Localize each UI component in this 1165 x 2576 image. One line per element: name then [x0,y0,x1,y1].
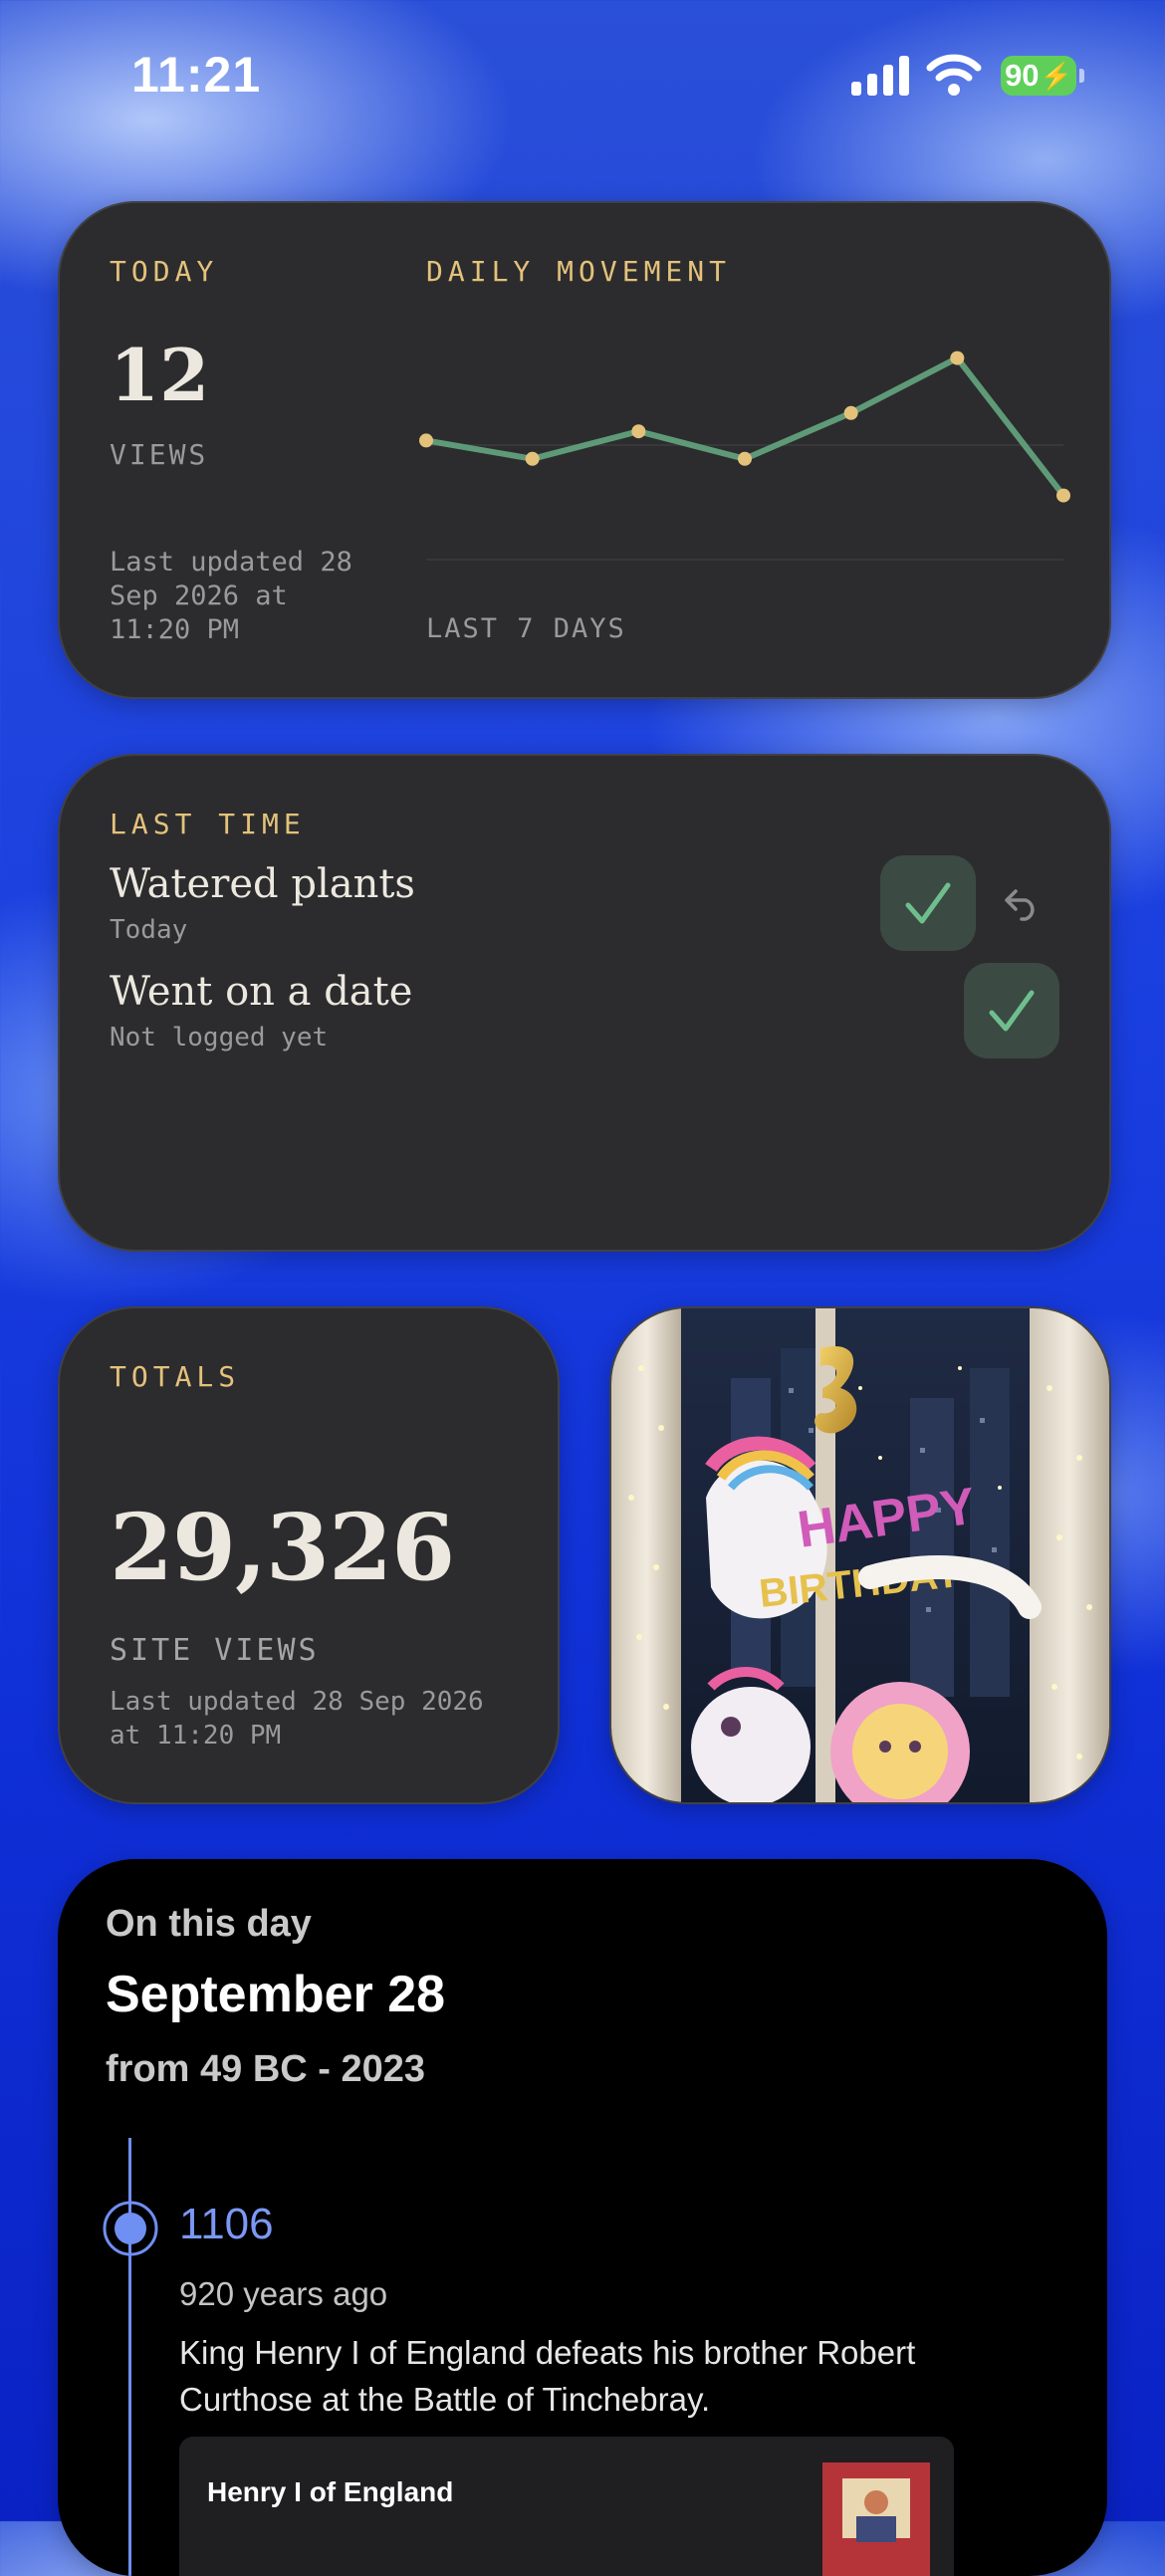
undo-icon[interactable] [1002,885,1042,921]
wifi-icon [926,54,982,96]
event-text: King Henry I of England defeats his brot… [179,2317,915,2423]
totals-updated-line: at 11:20 PM [110,1721,282,1751]
totals-updated-line: Last updated 28 Sep 2026 [110,1687,484,1717]
event-ago: 920 years ago [179,2275,388,2312]
battery-icon: 90 ⚡ [1001,56,1076,96]
checkmark-icon [905,882,951,924]
today-label: TODAY [110,255,219,288]
battery-tip [1079,69,1084,83]
totals-widget[interactable]: TOTALS 29,326 SITE VIEWS Last updated 28… [58,1306,560,1804]
last-time-widget[interactable]: LAST TIME Watered plants Today Went on a… [58,754,1111,1252]
item-sub-went-on-a-date: Not logged yet [110,1023,329,1053]
daily-movement-chart [419,351,1070,561]
on-this-day-date: September 28 [106,1966,446,2023]
item-label-went-on-a-date: Went on a date [110,969,413,1015]
log-watered-plants-button[interactable] [880,855,976,951]
views-updated-line: 11:20 PM [110,614,240,645]
chart-title: DAILY MOVEMENT [426,255,732,288]
chart-point [950,351,965,365]
totals-count: 29,326 [110,1494,455,1601]
article-thumbnail [822,2462,930,2576]
clock: 11:21 [131,47,262,103]
checkmark-icon [989,990,1035,1032]
article-card-title: Henry I of England [207,2476,454,2507]
views-updated-line: Last updated 28 [110,547,352,578]
on-this-day-heading: On this day [106,1903,312,1945]
totals-title: TOTALS [110,1360,241,1393]
cellular-signal-icon [851,56,909,96]
views-widget[interactable]: TODAY 12 VIEWS Last updated 28 Sep 2026 … [58,201,1111,699]
timeline-dot-icon [103,2201,158,2256]
views-count: 12 [110,333,210,417]
chart-point [1056,488,1070,503]
totals-label: SITE VIEWS [110,1633,320,1668]
last-time-title: LAST TIME [110,808,306,840]
birthday-photo: HAPPY BIRTHDAY [611,1308,1109,1802]
battery-level: 90 [1005,58,1040,93]
event-year[interactable]: 1106 [179,2200,274,2249]
views-label: VIEWS [110,438,209,471]
status-bar: 11:21 90 ⚡ [0,0,1165,149]
on-this-day-widget[interactable]: On this day September 28 from 49 BC - 20… [58,1859,1107,2576]
item-label-watered-plants: Watered plants [110,861,415,907]
article-card[interactable]: Henry I of England [179,2437,954,2576]
chart-point [525,451,540,466]
views-updated: Last updated 28 Sep 2026 at 11:20 PM [110,546,352,647]
chart-series-line [425,354,1066,498]
chart-point [843,405,858,420]
totals-updated: Last updated 28 Sep 2026 at 11:20 PM [110,1685,484,1753]
log-went-on-a-date-button[interactable] [964,963,1059,1058]
views-updated-line: Sep 2026 at [110,581,288,611]
chart-point [738,451,752,466]
event-text-line: King Henry I of England defeats his brot… [179,2334,916,2371]
chart-point [419,433,433,448]
item-sub-watered-plants: Today [110,915,188,945]
photo-widget[interactable]: HAPPY BIRTHDAY [609,1306,1111,1804]
on-this-day-range: from 49 BC - 2023 [106,2048,426,2090]
chart-footer: LAST 7 DAYS [426,613,626,644]
chart-point [631,424,646,439]
event-text-line: Curthose at the Battle of Tinchebray. [179,2381,711,2418]
